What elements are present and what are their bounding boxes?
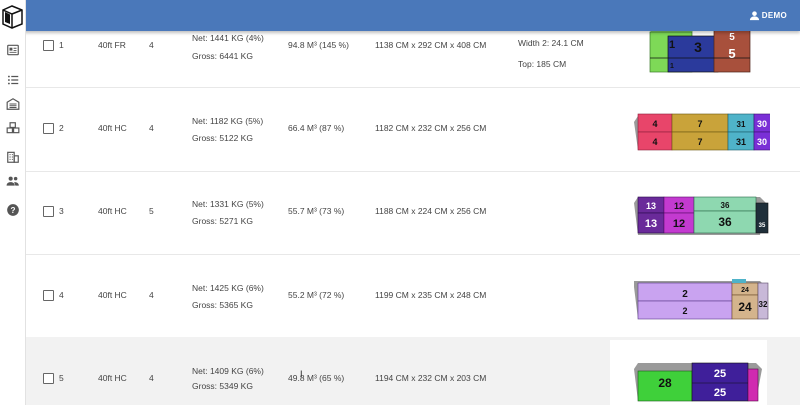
table-row[interactable]: 3 40ft HC 5 Net: 1331 KG (5%) Gross: 527… xyxy=(25,171,800,255)
row-index: 4 xyxy=(59,290,64,300)
table-row[interactable]: 4 40ft HC 4 Net: 1425 KG (6%) Gross: 536… xyxy=(25,254,800,338)
gross-weight: Gross: 6441 KG xyxy=(192,51,253,61)
volume: 49.8 M³ (65 %) xyxy=(288,373,345,383)
dimensions: 1138 CM x 292 CM x 408 CM xyxy=(375,40,487,50)
dimensions: 1188 CM x 224 CM x 256 CM xyxy=(375,206,487,216)
table-row[interactable]: 2 40ft HC 4 Net: 1182 KG (5%) Gross: 512… xyxy=(25,88,800,172)
table-row[interactable]: 5 40ft HC 4 Net: 1409 KG (6%) Gross: 534… xyxy=(25,337,800,420)
net-weight: Net: 1182 KG (5%) xyxy=(192,116,264,126)
container-type: 40ft HC xyxy=(98,206,127,216)
box-label: 25 xyxy=(714,368,726,380)
user-menu[interactable]: DEMO xyxy=(749,10,787,21)
box-label: 30 xyxy=(757,119,767,129)
box-label: 25 xyxy=(714,387,726,399)
people-icon[interactable] xyxy=(6,174,20,188)
item-count: 4 xyxy=(149,40,154,50)
volume: 66.4 M³ (87 %) xyxy=(288,123,345,133)
box-label: 1 xyxy=(669,39,675,51)
box-label: 1 xyxy=(670,63,674,70)
boxes-icon[interactable] xyxy=(6,121,20,135)
gross-weight: Gross: 5349 KG xyxy=(192,381,253,391)
extra-width: Width 2: 24.1 CM xyxy=(518,38,584,48)
item-count: 5 xyxy=(149,206,154,216)
svg-text:?: ? xyxy=(11,206,16,215)
load-plan-3d-preview[interactable]: 25 28 25 xyxy=(610,343,770,415)
box-label: 12 xyxy=(673,218,685,230)
top-app-bar: DEMO xyxy=(0,0,800,31)
load-plan-3d-preview[interactable]: 13 12 36 13 12 36 35 xyxy=(610,175,770,247)
list-icon[interactable] xyxy=(6,73,20,87)
row-checkbox[interactable] xyxy=(43,40,54,51)
row-index: 2 xyxy=(59,123,64,133)
dimensions: 1194 CM x 232 CM x 203 CM xyxy=(375,373,487,383)
container-type: 40ft HC xyxy=(98,123,127,133)
box-label: 5 xyxy=(728,46,735,61)
box-label: 13 xyxy=(646,201,656,211)
box-label: 24 xyxy=(738,300,752,314)
box-label: 31 xyxy=(737,120,746,129)
warehouse-icon[interactable] xyxy=(6,97,20,111)
volume: 55.7 M³ (73 %) xyxy=(288,206,345,216)
row-index: 3 xyxy=(59,206,64,216)
container-type: 40ft FR xyxy=(98,40,126,50)
net-weight: Net: 1409 KG (6%) xyxy=(192,366,264,376)
volume: 55.2 M³ (72 %) xyxy=(288,290,345,300)
gross-weight: Gross: 5271 KG xyxy=(192,216,253,226)
text-cursor-icon: I xyxy=(300,369,303,379)
box-label: 5 xyxy=(729,32,735,43)
item-count: 4 xyxy=(149,373,154,383)
row-index: 1 xyxy=(59,40,64,50)
row-checkbox[interactable] xyxy=(43,290,54,301)
box-label: 4 xyxy=(652,137,657,147)
dimensions: 1182 CM x 232 CM x 256 CM xyxy=(375,123,487,133)
box-label: 36 xyxy=(721,201,730,210)
app-logo[interactable] xyxy=(1,4,24,30)
load-plan-3d-preview[interactable]: 4 7 31 30 4 7 31 30 xyxy=(610,94,781,166)
help-icon[interactable]: ? xyxy=(6,203,20,217)
box-label: 12 xyxy=(674,201,684,211)
gross-weight: Gross: 5365 KG xyxy=(192,300,253,310)
user-icon xyxy=(749,11,759,21)
box-label: 24 xyxy=(741,287,749,294)
row-checkbox[interactable] xyxy=(43,123,54,134)
row-index: 5 xyxy=(59,373,64,383)
box-label: 2 xyxy=(682,289,688,300)
box-label: 3 xyxy=(694,39,702,55)
box-label: 32 xyxy=(759,300,768,309)
container-type: 40ft HC xyxy=(98,290,127,300)
box-label: 36 xyxy=(718,215,732,229)
load-plan-3d-preview[interactable]: 2 24 2 24 32 xyxy=(610,259,770,331)
user-label: DEMO xyxy=(761,11,787,20)
volume: 94.8 M³ (145 %) xyxy=(288,40,349,50)
dimensions: 1199 CM x 235 CM x 248 CM xyxy=(375,290,487,300)
sidebar: ? xyxy=(0,0,26,405)
box-label: 2 xyxy=(682,306,687,316)
item-count: 4 xyxy=(149,290,154,300)
box-label: 35 xyxy=(759,223,766,229)
box-label: 30 xyxy=(757,137,767,147)
net-weight: Net: 1441 KG (4%) xyxy=(192,33,264,43)
box-label: 31 xyxy=(736,137,746,147)
extra-top: Top: 185 CM xyxy=(518,59,567,69)
box-label: 4 xyxy=(652,119,657,129)
gross-weight: Gross: 5122 KG xyxy=(192,133,253,143)
box-label: 13 xyxy=(645,218,657,230)
container-type: 40ft HC xyxy=(98,373,127,383)
box-label: 28 xyxy=(658,376,672,390)
row-checkbox[interactable] xyxy=(43,373,54,384)
net-weight: Net: 1331 KG (5%) xyxy=(192,199,264,209)
building-icon[interactable] xyxy=(6,150,20,164)
row-checkbox[interactable] xyxy=(43,206,54,217)
box-label: 7 xyxy=(697,137,702,147)
net-weight: Net: 1425 KG (6%) xyxy=(192,283,264,293)
item-count: 4 xyxy=(149,123,154,133)
document-icon[interactable] xyxy=(6,43,20,57)
box-label: 7 xyxy=(697,119,702,129)
